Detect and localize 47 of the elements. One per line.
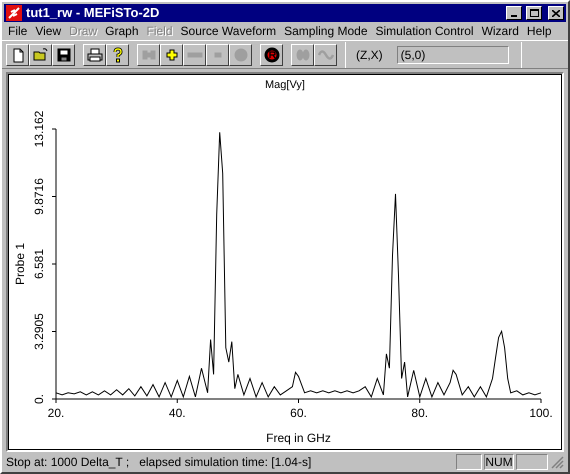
menu-item[interactable]: View [31, 22, 66, 40]
toolbar-button[interactable] [260, 44, 283, 66]
menu-item[interactable]: Help [522, 22, 556, 40]
folder-icon [32, 46, 48, 63]
toolbar-button[interactable] [83, 44, 106, 66]
status-message: Stop at: 1000 Delta_T ; elapsed simulation time: [1.04-s] [6, 454, 312, 472]
double-oval-icon [294, 46, 310, 63]
x-axis-label: Freq in GHz [266, 430, 331, 445]
num-lock-indicator: NUM [484, 454, 514, 470]
menu-item[interactable]: Source Waveform [176, 22, 280, 40]
circle-icon [232, 46, 248, 63]
y-tick-label: 6.581 [32, 248, 46, 279]
y-tick-label: 0. [32, 394, 46, 404]
y-tick-label: 9.8716 [32, 178, 46, 215]
toolbar-button[interactable] [6, 44, 29, 66]
minimize-button[interactable] [506, 6, 522, 20]
menu-item[interactable]: File [4, 22, 32, 40]
x-tick-label: 20. [48, 406, 64, 420]
app-icon [6, 5, 22, 21]
menu-item[interactable]: Wizard [478, 22, 523, 40]
x-tick-label: 60. [290, 406, 307, 420]
y-axis-label: Probe 1 [13, 242, 27, 285]
toolbar-button[interactable] [29, 44, 52, 66]
plus-icon [164, 46, 180, 63]
coordinates-label: (Z,X) [356, 46, 383, 64]
chart-title: Mag[Vy] [265, 78, 305, 91]
toolbar-button[interactable] [52, 44, 75, 66]
y-tick-label: 13.162 [32, 110, 46, 148]
status-panel [516, 454, 548, 470]
toolbar-button[interactable] [106, 44, 129, 66]
x-tick-label: 80. [411, 406, 428, 420]
menu-item[interactable]: Sampling Mode [280, 22, 372, 40]
menu-item[interactable]: Simulation Control [372, 22, 478, 40]
close-icon [552, 10, 560, 16]
menu-item[interactable]: Graph [101, 22, 143, 40]
close-button[interactable] [548, 6, 564, 20]
x-tick-label: 40. [168, 406, 186, 420]
printer-icon [86, 46, 102, 63]
y-tick-label: 3.2905 [32, 313, 46, 350]
maximize-button[interactable] [526, 6, 542, 20]
x-tick-label: 100. [529, 406, 553, 420]
record-icon [264, 46, 280, 63]
resize-grip-icon[interactable] [550, 455, 564, 470]
status-panel [456, 454, 482, 470]
window-title: tut1_rw - MEFiSTo-2D [26, 4, 160, 22]
coordinates-field: (5,0) [396, 46, 509, 64]
toolbar-button[interactable] [160, 44, 183, 66]
